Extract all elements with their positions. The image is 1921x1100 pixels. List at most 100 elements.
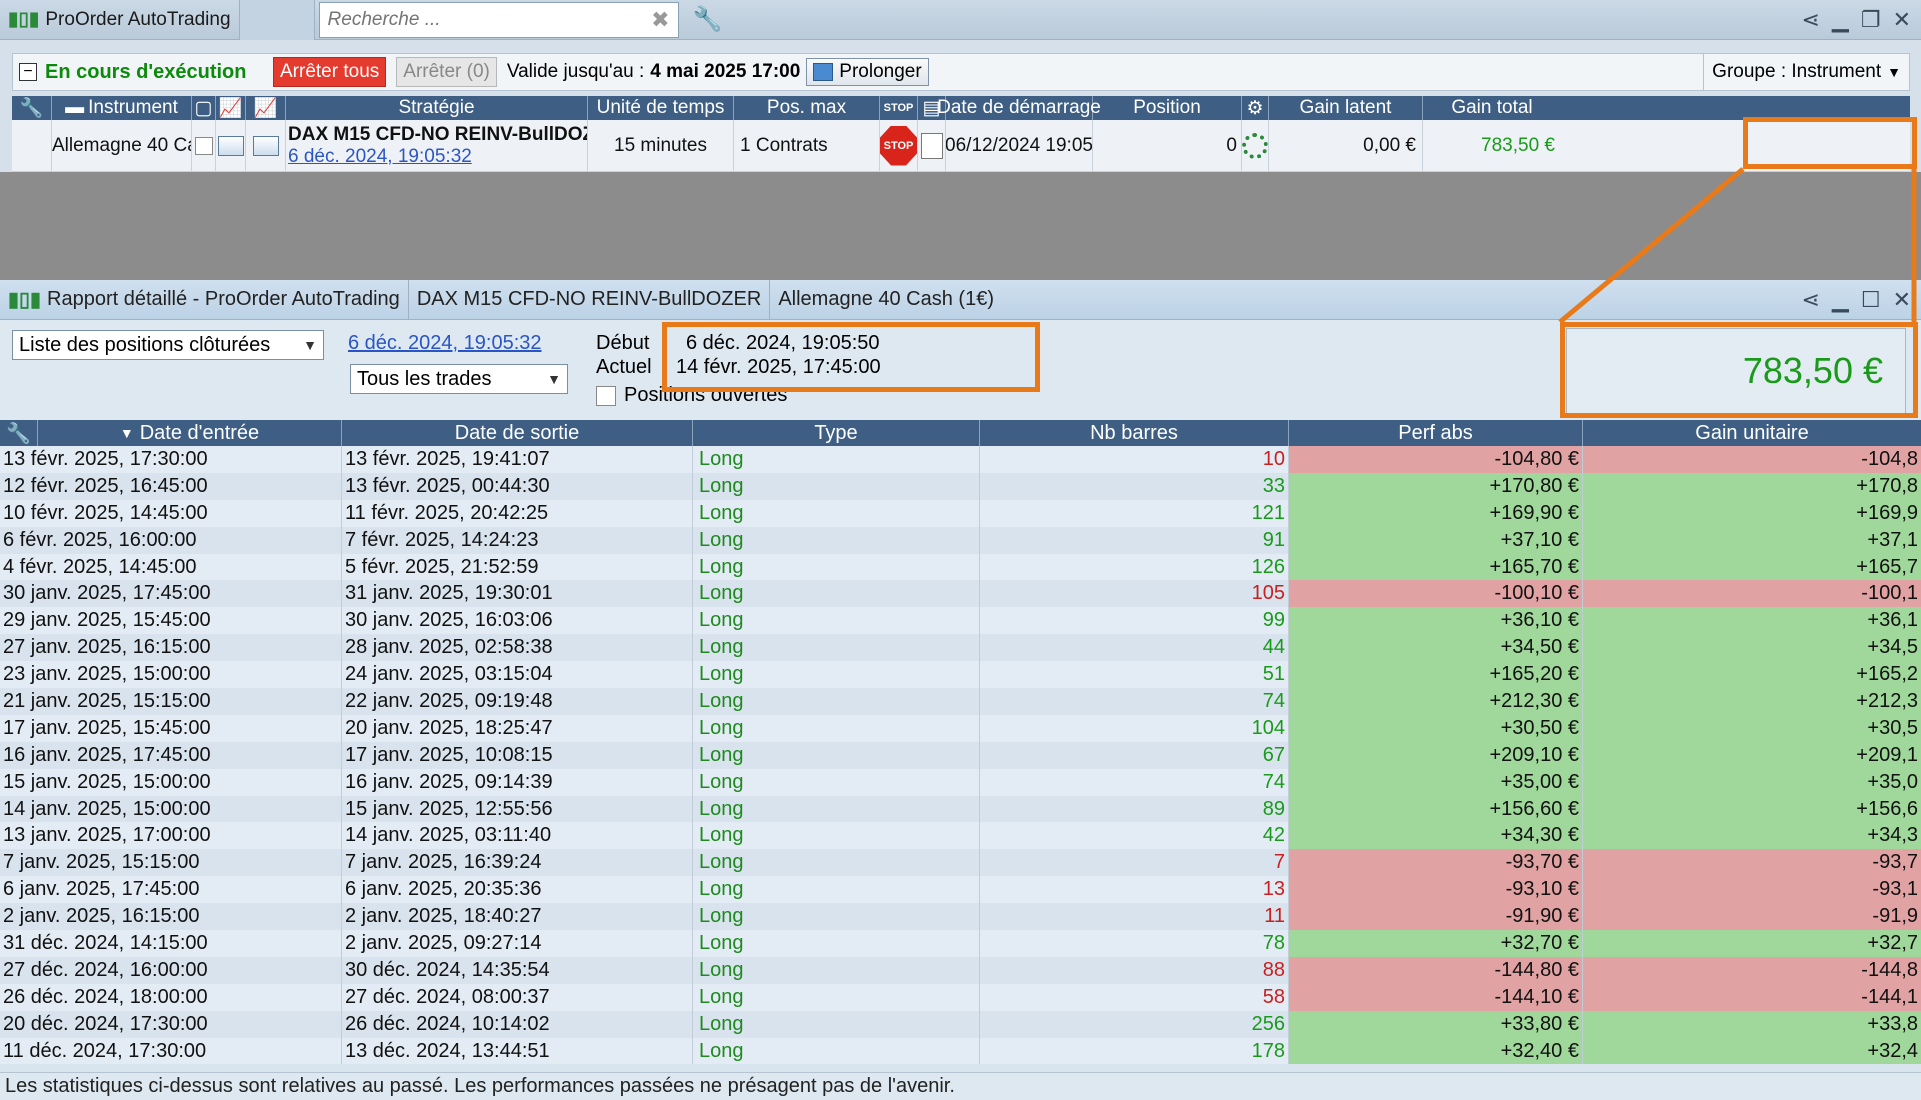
table-row[interactable]: 10 févr. 2025, 14:45:00 11 févr. 2025, 20… xyxy=(0,499,1921,527)
report-tab[interactable]: ▮▯▮ Rapport détaillé - ProOrder AutoTrad… xyxy=(0,279,409,320)
table-row[interactable]: 2 janv. 2025, 16:15:00 2 janv. 2025, 18:4… xyxy=(0,903,1921,931)
col-entry-date[interactable]: ▼ Date d'entrée xyxy=(38,420,342,446)
wrench-icon[interactable]: 🔧 xyxy=(12,96,52,120)
cell-type: Long xyxy=(693,553,980,581)
table-row[interactable]: 20 déc. 2024, 17:30:00 26 déc. 2024, 10:1… xyxy=(0,1010,1921,1038)
autotrading-titlebar: ▮▯▮ ProOrder AutoTrading ✖ 🔧 ⋖ ▁ ❐ ✕ xyxy=(0,0,1921,40)
prolong-button[interactable]: Prolonger xyxy=(806,58,929,86)
table-row[interactable]: 13 févr. 2025, 17:30:00 13 févr. 2025, 19… xyxy=(0,446,1921,473)
minimize-icon[interactable]: ▁ xyxy=(1832,287,1849,313)
col-instrument[interactable]: ▬ Instrument xyxy=(52,96,192,120)
cell-perf-abs: +34,50 € xyxy=(1289,634,1583,662)
checkbox-icon xyxy=(194,136,213,155)
row-posmax: 1 Contrats xyxy=(734,119,880,172)
col-position[interactable]: Position xyxy=(1093,96,1242,120)
table-row[interactable]: 6 févr. 2025, 16:00:00 7 févr. 2025, 14:2… xyxy=(0,526,1921,554)
table-row[interactable]: 29 janv. 2025, 15:45:00 30 janv. 2025, 16… xyxy=(0,607,1921,635)
col-gear-icon[interactable]: ⚙ xyxy=(1242,96,1269,120)
cell-entry-date: 23 janv. 2025, 15:00:00 xyxy=(0,661,342,689)
stop-all-button[interactable]: Arrêter tous xyxy=(273,57,387,87)
table-row[interactable]: 14 janv. 2025, 15:00:00 15 janv. 2025, 12… xyxy=(0,795,1921,823)
trades-select[interactable]: Tous les trades ▼ xyxy=(350,364,568,394)
strategy-date-link[interactable]: 6 déc. 2024, 19:05:32 xyxy=(288,146,472,168)
table-row[interactable]: 27 déc. 2024, 16:00:00 30 déc. 2024, 14:3… xyxy=(0,956,1921,984)
stop-selected-button[interactable]: Arrêter (0) xyxy=(396,57,497,87)
row-instrument[interactable]: Allemagne 40 Cash (... xyxy=(52,119,192,172)
clear-search-icon[interactable]: ✖ xyxy=(651,7,669,33)
wrench-icon[interactable]: 🔧 xyxy=(683,5,733,34)
wrench-icon[interactable]: 🔧 xyxy=(0,420,38,446)
col-timeframe[interactable]: Unité de temps xyxy=(588,96,734,120)
cell-perf-abs: +212,30 € xyxy=(1289,688,1583,715)
share-icon[interactable]: ⋖ xyxy=(1801,287,1819,313)
table-row[interactable]: 15 janv. 2025, 15:00:00 16 janv. 2025, 09… xyxy=(0,768,1921,796)
strategy-row[interactable]: Allemagne 40 Cash (... DAX M15 CFD-NO RE… xyxy=(12,119,1910,172)
report-date-link[interactable]: 6 déc. 2024, 19:05:32 xyxy=(348,332,542,355)
col-chart-icon[interactable]: 📈 xyxy=(216,96,246,120)
row-charts-button[interactable] xyxy=(246,119,286,172)
cell-nb-bars: 88 xyxy=(980,956,1289,984)
col-stop[interactable]: STOP xyxy=(880,96,918,120)
table-row[interactable]: 13 janv. 2025, 17:00:00 14 janv. 2025, 03… xyxy=(0,822,1921,850)
close-icon[interactable]: ✕ xyxy=(1893,7,1911,33)
col-unit-gain[interactable]: Gain unitaire xyxy=(1583,420,1921,446)
table-row[interactable]: 21 janv. 2025, 15:15:00 22 janv. 2025, 09… xyxy=(0,688,1921,715)
table-row[interactable]: 30 janv. 2025, 17:45:00 31 janv. 2025, 19… xyxy=(0,580,1921,608)
row-checkbox[interactable] xyxy=(192,119,216,172)
strategy-tab[interactable]: DAX M15 CFD-NO REINV-BullDOZER xyxy=(409,279,771,320)
list-select[interactable]: Liste des positions clôturées ▼ xyxy=(12,330,324,360)
cell-unit-gain: -144,8 xyxy=(1583,956,1921,984)
table-row[interactable]: 26 déc. 2024, 18:00:00 27 déc. 2024, 08:0… xyxy=(0,983,1921,1011)
row-chart-button[interactable] xyxy=(216,119,246,172)
col-check-icon[interactable]: ▢ xyxy=(192,96,216,120)
row-stop-button[interactable]: STOP xyxy=(880,119,918,172)
table-row[interactable]: 27 janv. 2025, 16:15:00 28 janv. 2025, 02… xyxy=(0,634,1921,662)
col-type[interactable]: Type xyxy=(693,420,980,446)
cell-nb-bars: 78 xyxy=(980,930,1289,957)
table-row[interactable]: 11 déc. 2024, 17:30:00 13 déc. 2024, 13:4… xyxy=(0,1037,1921,1065)
table-row[interactable]: 23 janv. 2025, 15:00:00 24 janv. 2025, 03… xyxy=(0,661,1921,689)
table-row[interactable]: 6 janv. 2025, 17:45:00 6 janv. 2025, 20:3… xyxy=(0,876,1921,904)
col-perf-abs[interactable]: Perf abs xyxy=(1289,420,1583,446)
col-exit-date[interactable]: Date de sortie xyxy=(342,420,693,446)
instrument-tab[interactable]: Allemagne 40 Cash (1€) xyxy=(770,280,1002,320)
blank-tab[interactable] xyxy=(239,0,315,40)
cell-perf-abs: +32,40 € xyxy=(1289,1037,1583,1065)
col-latent[interactable]: Gain latent xyxy=(1269,96,1423,120)
col-total[interactable]: Gain total xyxy=(1423,96,1561,120)
table-row[interactable]: 7 janv. 2025, 15:15:00 7 janv. 2025, 16:3… xyxy=(0,849,1921,877)
report-window-controls: ⋖ ▁ ☐ ✕ xyxy=(1801,287,1921,313)
table-row[interactable]: 12 févr. 2025, 16:45:00 13 févr. 2025, 00… xyxy=(0,472,1921,500)
search-input[interactable] xyxy=(327,8,628,31)
app-tab[interactable]: ▮▯▮ ProOrder AutoTrading xyxy=(0,0,240,40)
col-start-date[interactable]: Date de démarrage xyxy=(937,96,1101,120)
col-posmax[interactable]: Pos. max xyxy=(734,96,880,120)
row-gear-button[interactable] xyxy=(1242,119,1269,172)
minimize-icon[interactable]: ▁ xyxy=(1832,7,1849,33)
cell-unit-gain: +170,8 xyxy=(1583,472,1921,500)
open-positions-toggle[interactable]: Positions ouvertes xyxy=(596,384,787,407)
cell-perf-abs: +170,80 € xyxy=(1289,472,1583,500)
collapse-icon[interactable]: − xyxy=(19,63,37,81)
cell-nb-bars: 11 xyxy=(980,903,1289,931)
col-charts-icon[interactable]: 📈 xyxy=(246,96,286,120)
table-row[interactable]: 31 déc. 2024, 14:15:00 2 janv. 2025, 09:2… xyxy=(0,930,1921,957)
col-strategy[interactable]: Stratégie xyxy=(286,96,588,120)
close-icon[interactable]: ✕ xyxy=(1893,287,1911,313)
share-icon[interactable]: ⋖ xyxy=(1801,7,1819,33)
maximize-icon[interactable]: ☐ xyxy=(1861,287,1881,313)
cell-type: Long xyxy=(693,607,980,635)
group-select[interactable]: Groupe : Instrument ▼ xyxy=(1703,53,1909,91)
row-doc-button[interactable] xyxy=(918,119,946,172)
report-controls: Liste des positions clôturées ▼ 6 déc. 2… xyxy=(0,320,1921,420)
cell-type: Long xyxy=(693,930,980,957)
col-nb-bars[interactable]: Nb barres xyxy=(980,420,1289,446)
open-positions-checkbox[interactable] xyxy=(596,385,616,406)
document-icon xyxy=(920,132,943,159)
table-row[interactable]: 4 févr. 2025, 14:45:00 5 févr. 2025, 21:5… xyxy=(0,553,1921,581)
table-row[interactable]: 17 janv. 2025, 15:45:00 20 janv. 2025, 18… xyxy=(0,714,1921,742)
table-row[interactable]: 16 janv. 2025, 17:45:00 17 janv. 2025, 10… xyxy=(0,741,1921,769)
restore-icon[interactable]: ❐ xyxy=(1861,7,1881,33)
cell-perf-abs: +156,60 € xyxy=(1289,795,1583,823)
cell-unit-gain: +34,5 xyxy=(1583,634,1921,662)
